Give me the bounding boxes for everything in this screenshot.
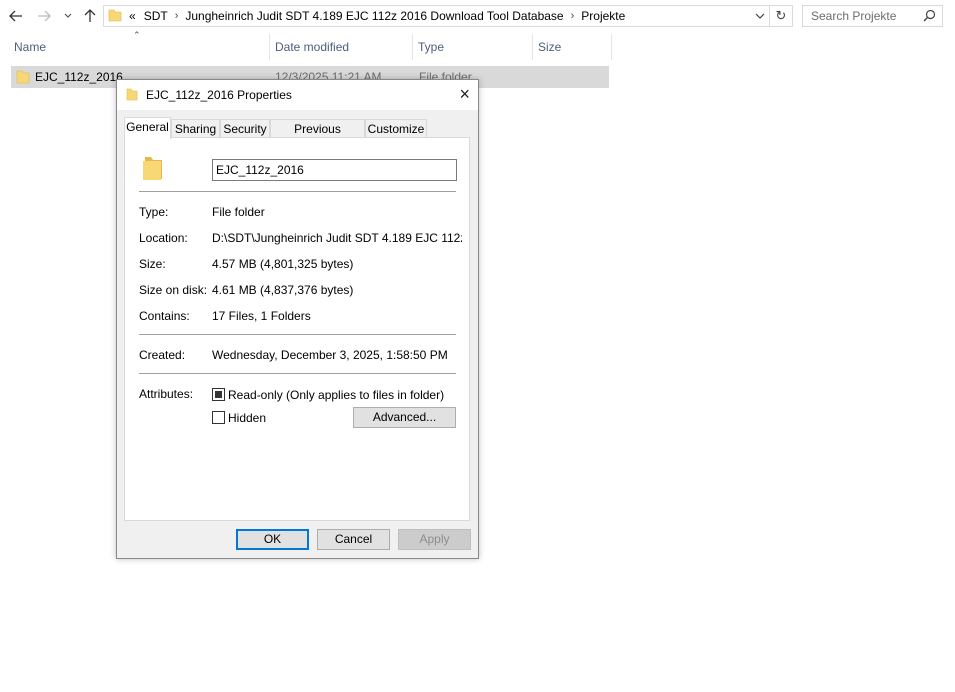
created-value: Wednesday, December 3, 2025, 1:58:50 PM [212,348,448,362]
size-on-disk-label: Size on disk: [139,283,208,297]
properties-dialog: EJC_112z_2016 Properties × General Shari… [116,79,479,559]
tab-security[interactable]: Security [220,119,270,138]
search-box[interactable]: Search Projekte [802,5,943,27]
size-on-disk-value: 4.61 MB (4,837,376 bytes) [212,283,354,297]
type-label: Type: [139,205,169,219]
size-value: 4.57 MB (4,801,325 bytes) [212,257,354,271]
up-button[interactable] [80,6,100,26]
refresh-button[interactable]: ↻ [769,6,792,26]
size-label: Size: [139,257,166,271]
chevron-down-icon [64,13,72,18]
back-button[interactable] [6,6,26,26]
column-divider[interactable] [611,34,612,60]
separator [139,373,456,374]
column-header-type[interactable]: Type [413,34,532,60]
hidden-label[interactable]: Hidden [228,411,266,425]
breadcrumb-sdt[interactable]: SDT [140,9,172,23]
folder-icon [126,88,138,104]
recent-locations-button[interactable] [59,6,77,26]
readonly-checkbox[interactable] [212,388,225,401]
breadcrumb-projekte[interactable]: Projekte [577,9,629,23]
attributes-label: Attributes: [139,387,194,401]
chevron-down-icon [755,13,765,19]
folder-icon [16,69,30,87]
up-arrow-icon [84,9,96,22]
address-dropdown-button[interactable] [752,6,768,26]
column-header-size[interactable]: Size [533,34,611,60]
location-value: D:\SDT\Jungheinrich Judit SDT 4.189 EJC … [212,231,462,245]
folder-icon [108,8,122,25]
search-input[interactable]: Search Projekte [811,9,896,23]
column-header-date-modified[interactable]: Date modified [270,34,412,60]
cancel-button[interactable]: Cancel [317,529,390,550]
contains-value: 17 Files, 1 Folders [212,309,311,323]
hidden-checkbox[interactable] [212,411,225,424]
forward-arrow-icon [38,10,51,22]
breadcrumb-separator-icon[interactable]: › [172,10,182,22]
large-folder-icon [142,153,164,184]
breadcrumb-database[interactable]: Jungheinrich Judit SDT 4.189 EJC 112z 20… [181,9,567,23]
readonly-label[interactable]: Read-only (Only applies to files in fold… [228,388,444,402]
general-tab-panel: Type: File folder Location: D:\SDT\Jungh… [124,137,470,521]
tab-general[interactable]: General [124,117,171,139]
advanced-button[interactable]: Advanced... [353,407,456,428]
close-icon[interactable]: × [459,84,470,104]
back-arrow-icon [9,10,22,22]
type-value: File folder [212,205,265,219]
breadcrumb-overflow[interactable]: « [125,9,140,23]
tab-customize[interactable]: Customize [365,119,427,138]
refresh-icon: ↻ [775,8,787,23]
ok-button[interactable]: OK [236,529,309,550]
created-label: Created: [139,348,186,362]
separator [139,334,456,335]
contains-label: Contains: [139,309,190,323]
forward-button[interactable] [34,6,54,26]
folder-name-input[interactable] [212,159,457,181]
address-bar[interactable]: « SDT › Jungheinrich Judit SDT 4.189 EJC… [103,5,793,27]
location-label: Location: [139,231,188,245]
dialog-title-bar[interactable]: EJC_112z_2016 Properties × [117,80,478,110]
tab-previous-versions[interactable]: Previous Versions [270,119,365,155]
column-header-name[interactable]: Name [9,34,269,60]
apply-button[interactable]: Apply [398,529,471,550]
separator [139,191,456,192]
file-row-name: EJC_112z_2016 [35,70,123,84]
search-icon[interactable] [923,9,936,25]
tab-sharing[interactable]: Sharing [171,119,220,138]
breadcrumb-separator-icon[interactable]: › [568,10,578,22]
dialog-title: EJC_112z_2016 Properties [146,88,292,102]
